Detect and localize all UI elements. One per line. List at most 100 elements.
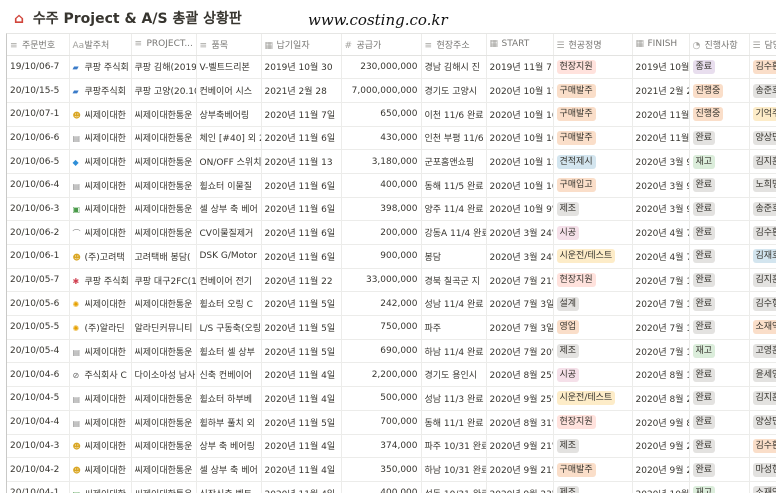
project-cell[interactable]: 씨제이대한통운 — [131, 173, 197, 198]
order-number-cell[interactable]: 20/10/06-5 — [7, 149, 70, 174]
process-cell[interactable]: 구매발주 — [553, 78, 633, 103]
manager-cell[interactable]: 마성현 — [749, 457, 776, 482]
column-header[interactable]: ☰ 현공정명 — [553, 34, 633, 56]
client-cell[interactable]: ☻ 씨제이대한 — [69, 102, 132, 127]
finish-date-cell[interactable]: 2020년 9월 8일 — [632, 410, 690, 435]
status-cell[interactable]: 완료 — [689, 173, 750, 198]
site-address-cell[interactable]: 성남 11/4 완료 — [421, 291, 487, 317]
client-cell[interactable]: ☻ (주)고려택 — [69, 244, 132, 269]
project-cell[interactable]: 씨제이대한통운 — [131, 126, 197, 151]
order-number-cell[interactable]: 20/10/06-1 — [7, 244, 70, 269]
due-date-cell[interactable]: 2020년 11월 6일 — [261, 220, 342, 245]
price-cell[interactable]: 33,000,000 — [341, 268, 422, 293]
order-number-cell[interactable]: 20/10/04-2 — [7, 457, 70, 482]
start-date-cell[interactable]: 2020년 8월 31일 — [486, 410, 554, 435]
start-date-cell[interactable]: 2020년 10월 10 — [486, 102, 554, 127]
status-cell[interactable]: 재고 — [689, 481, 750, 493]
finish-date-cell[interactable]: 2020년 3월 9일 — [632, 173, 690, 198]
table-row[interactable]: 20/10/04-3 ☻ 씨제이대한 씨제이대한통운 상부 축 베어링 2020년 11월… — [7, 434, 776, 459]
item-cell[interactable]: 신축 컨베이어 — [196, 362, 262, 388]
start-date-cell[interactable]: 2019년 11월 7 — [486, 55, 554, 80]
price-cell[interactable]: 900,000 — [341, 244, 422, 269]
item-cell[interactable]: 휠쇼터 하부베 — [196, 386, 262, 411]
price-cell[interactable]: 3,180,000 — [341, 149, 422, 174]
client-cell[interactable]: ⊘ 주식회사 C — [69, 362, 132, 388]
start-date-cell[interactable]: 2020년 9월 23일 — [486, 481, 554, 493]
status-cell[interactable]: 완료 — [689, 126, 750, 151]
site-address-cell[interactable]: 동해 11/5 완료 — [421, 173, 487, 198]
price-cell[interactable]: 400,000 — [341, 173, 422, 198]
item-cell[interactable]: V-벨트드리본 — [196, 55, 262, 80]
item-cell[interactable]: CV이물질제거 — [196, 220, 262, 245]
finish-date-cell[interactable]: 2020년 8월 24 — [632, 386, 690, 411]
finish-date-cell[interactable]: 2020년 4월 7일 — [632, 220, 690, 245]
process-cell[interactable]: 현장지원 — [553, 55, 633, 80]
item-cell[interactable]: 휠쇼터 셀 상부 — [196, 339, 262, 364]
table-row[interactable]: 20/10/06-2 ⌒ 씨제이대한 씨제이대한통운 CV이물질제거 2020년 11월 … — [7, 220, 776, 245]
order-number-cell[interactable]: 20/10/06-4 — [7, 173, 70, 198]
item-cell[interactable]: 컨베이어 전기 — [196, 268, 262, 293]
table-row[interactable]: 20/10/04-5 ▤ 씨제이대한 씨제이대한통운 휠쇼터 하부베 2020년 11월 … — [7, 386, 776, 411]
due-date-cell[interactable]: 2020년 11월 4일 — [261, 481, 342, 493]
start-date-cell[interactable]: 2020년 9월 25일 — [486, 386, 554, 411]
finish-date-cell[interactable]: 2020년 8월 10 — [632, 362, 690, 388]
table-row[interactable]: 20/10/05-6 ✺ 씨제이대한 씨제이대한통운 휠쇼터 오링 C 2020년 11월… — [7, 291, 776, 317]
price-cell[interactable]: 374,000 — [341, 434, 422, 459]
start-date-cell[interactable]: 2020년 7월 3일 — [486, 315, 554, 340]
price-cell[interactable]: 350,000 — [341, 457, 422, 482]
status-cell[interactable]: 종료 — [689, 55, 750, 80]
client-cell[interactable]: ☻ 씨제이대한 — [69, 434, 132, 459]
client-cell[interactable]: ☻ 씨제이대한 — [69, 457, 132, 482]
status-cell[interactable]: 완료 — [689, 434, 750, 459]
manager-cell[interactable]: 기억주 — [749, 102, 776, 127]
due-date-cell[interactable]: 2020년 11월 6일 — [261, 126, 342, 151]
manager-cell[interactable]: 윤세영 — [749, 362, 776, 388]
item-cell[interactable]: 휠하부 풀치 외 — [196, 410, 262, 435]
table-row[interactable]: 20/10/06-5 ◆ 씨제이대한 씨제이대한통운 ON/OFF 스위치 2020년 1… — [7, 149, 776, 174]
process-cell[interactable]: 시운전/테스트 — [553, 386, 633, 411]
due-date-cell[interactable]: 2019년 10월 30 — [261, 55, 342, 80]
site-address-cell[interactable]: 양주 11/4 완료 — [421, 197, 487, 222]
start-date-cell[interactable]: 2020년 3월 24일 — [486, 220, 554, 245]
status-cell[interactable]: 진행중 — [689, 78, 750, 103]
table-row[interactable]: 20/10/15-5 ▰ 쿠팡주식회 쿠팡 고양(20.10 컨베이어 시스 2021년 … — [7, 78, 776, 103]
client-cell[interactable]: ⌒ 씨제이대한 — [69, 220, 132, 245]
column-header[interactable]: ≡ 현장주소 — [421, 34, 487, 56]
price-cell[interactable]: 242,000 — [341, 291, 422, 317]
start-date-cell[interactable]: 2020년 8월 25일 — [486, 362, 554, 388]
process-cell[interactable]: 시운전/테스트 — [553, 244, 633, 269]
price-cell[interactable]: 690,000 — [341, 339, 422, 364]
manager-cell[interactable]: 김수환 — [749, 220, 776, 245]
item-cell[interactable]: 체인 [#40] 외 2 — [196, 126, 262, 151]
status-cell[interactable]: 완료 — [689, 386, 750, 411]
due-date-cell[interactable]: 2020년 11월 6일 — [261, 173, 342, 198]
manager-cell[interactable]: 김재호 — [749, 244, 776, 269]
finish-date-cell[interactable]: 2020년 11월 5 — [632, 126, 690, 151]
column-header[interactable]: ▦ 납기일자 — [261, 34, 342, 56]
finish-date-cell[interactable]: 2020년 7월 14 — [632, 315, 690, 340]
client-cell[interactable]: ✺ 씨제이대한 — [69, 291, 132, 317]
table-row[interactable]: 20/10/04-6 ⊘ 주식회사 C 다이소아성 남사 신축 컨베이어 2020년 11… — [7, 362, 776, 388]
site-address-cell[interactable]: 하남 11/4 완료 — [421, 339, 487, 364]
manager-cell[interactable]: 김수형 — [749, 291, 776, 317]
order-number-cell[interactable]: 20/10/04-5 — [7, 386, 70, 411]
due-date-cell[interactable]: 2020년 11월 5일 — [261, 339, 342, 364]
project-cell[interactable]: 씨제이대한통운 — [131, 386, 197, 411]
column-header[interactable]: ◔ 진행사항 — [689, 34, 750, 56]
site-address-cell[interactable]: 경북 칠곡군 지 — [421, 268, 487, 293]
project-cell[interactable]: 씨제이대한통운 — [131, 149, 197, 174]
manager-cell[interactable]: 노희명 — [749, 173, 776, 198]
order-number-cell[interactable]: 19/10/06-7 — [7, 55, 70, 80]
process-cell[interactable]: 시공 — [553, 220, 633, 245]
manager-cell[interactable]: 송준호 — [749, 197, 776, 222]
status-cell[interactable]: 완료 — [689, 315, 750, 340]
order-number-cell[interactable]: 20/10/04-3 — [7, 434, 70, 459]
start-date-cell[interactable]: 2020년 7월 3일 — [486, 291, 554, 317]
project-cell[interactable]: 쿠팡 고양(20.10 — [131, 78, 197, 103]
client-cell[interactable]: ▰ 쿠팡 주식회 — [69, 55, 132, 80]
status-cell[interactable]: 완료 — [689, 362, 750, 388]
table-row[interactable]: 20/10/05-4 ▤ 씨제이대한 씨제이대한통운 휠쇼터 셀 상부 2020년 11월… — [7, 339, 776, 364]
site-address-cell[interactable]: 동해 11/1 완료 — [421, 410, 487, 435]
due-date-cell[interactable]: 2021년 2월 28 — [261, 78, 342, 103]
order-number-cell[interactable]: 20/10/05-6 — [7, 291, 70, 317]
